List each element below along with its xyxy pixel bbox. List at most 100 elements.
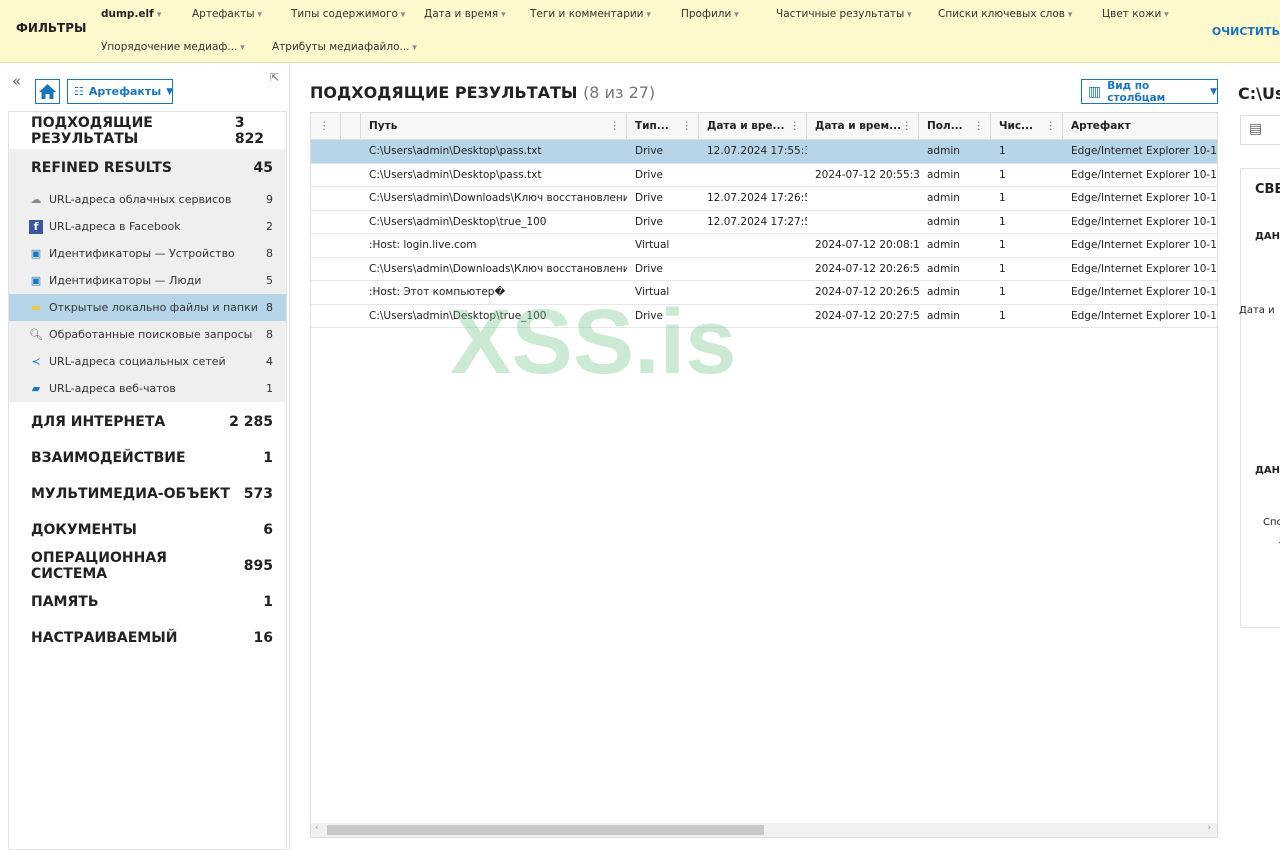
filter-dump[interactable]: dump.elf <box>101 8 161 20</box>
results-title-text: ПОДХОДЯЩИЕ РЕЗУЛЬТАТЫ <box>310 83 578 102</box>
matching-results-header[interactable]: ПОДХОДЯЩИЕ РЕЗУЛЬТАТЫ 3 822 <box>9 112 286 149</box>
category-internet[interactable]: ДЛЯ ИНТЕРНЕТА 2 285 <box>9 404 286 440</box>
category-label: ДЛЯ ИНТЕРНЕТА <box>31 414 166 430</box>
category-memory[interactable]: ПАМЯТЬ 1 <box>9 584 286 620</box>
clear-filters-button[interactable]: ОЧИСТИТЬ <box>1212 25 1280 38</box>
column-header-path[interactable]: Путь ⋮ <box>361 113 627 139</box>
table-row[interactable]: :Host: Этот компьютер� Virtual 2024-07-12 … <box>311 281 1217 305</box>
table-row[interactable]: C:\Users\admin\Downloads\Ключ восстановл… <box>311 258 1217 281</box>
results-panel: ПОДХОДЯЩИЕ РЕЗУЛЬТАТЫ (8 из 27) ▥ Вид по … <box>310 63 1218 850</box>
filter-partial-results[interactable]: Частичные результаты <box>776 8 912 20</box>
column-menu-icon[interactable]: ⋮ <box>974 120 985 132</box>
category-interaction[interactable]: ВЗАИМОДЕЙСТВИЕ 1 <box>9 440 286 476</box>
cell-user: admin <box>927 168 960 181</box>
artifacts-selector[interactable]: ☷ Артефакты ▼ <box>67 79 173 104</box>
category-count: 895 <box>243 558 273 574</box>
column-menu-icon[interactable]: ⋮ <box>610 120 621 132</box>
filter-artifacts[interactable]: Артефакты <box>192 8 262 20</box>
refined-item-search-queries[interactable]: 🔍︎ Обработанные поисковые запросы 8 <box>9 321 286 348</box>
table-row[interactable]: C:\Users\admin\Desktop\true_100 Drive 12.0… <box>311 211 1217 234</box>
column-menu-icon[interactable]: ⋮ <box>902 120 913 132</box>
chevron-down-icon: ▼ <box>166 86 174 97</box>
filter-content-types[interactable]: Типы содержимого <box>291 8 405 20</box>
filter-skin-tone[interactable]: Цвет кожи <box>1102 8 1169 20</box>
cloud-icon: ☁ <box>30 193 42 206</box>
cell-artifact: Edge/Internet Explorer 10-11 D <box>1071 262 1217 275</box>
filters-title: ФИЛЬТРЫ <box>16 21 87 35</box>
refined-item-people-ids[interactable]: ▣ Идентификаторы — Люди 5 <box>9 267 286 294</box>
cell-user: admin <box>927 215 960 228</box>
cell-path: C:\Users\admin\Desktop\pass.txt <box>369 168 542 181</box>
column-header-artifact[interactable]: Артефакт <box>1063 113 1217 139</box>
column-menu-icon[interactable]: ⋮ <box>311 113 341 139</box>
cell-artifact: Edge/Internet Explorer 10-11 D <box>1071 239 1217 252</box>
refined-item-facebook[interactable]: f URL-адреса в Facebook 2 <box>9 213 286 240</box>
table-row[interactable]: C:\Users\admin\Desktop\pass.txt Drive 2024… <box>311 164 1217 187</box>
column-header-user[interactable]: Пол... ⋮ <box>919 113 991 139</box>
chat-icon: ▰ <box>31 382 41 395</box>
refined-item-webchats[interactable]: ▰ URL-адреса веб-чатов 1 <box>9 375 286 402</box>
cell-count: 1 <box>999 262 1006 275</box>
filter-media-order[interactable]: Упорядочение медиаф... <box>101 41 245 53</box>
column-header-count[interactable]: Чис... ⋮ <box>991 113 1063 139</box>
table-row[interactable]: C:\Users\admin\Desktop\true_100 Drive 2024… <box>311 305 1217 328</box>
filter-media-attributes[interactable]: Атрибуты медиафайло... <box>272 41 417 53</box>
results-tree: ПОДХОДЯЩИЕ РЕЗУЛЬТАТЫ 3 822 REFINED RESUL… <box>8 111 287 850</box>
category-label: ВЗАИМОДЕЙСТВИЕ <box>31 450 186 466</box>
cell-artifact: Edge/Internet Explorer 10-11 M <box>1071 145 1217 158</box>
filter-date-time[interactable]: Дата и время <box>424 8 506 20</box>
refined-item-social[interactable]: ≺ URL-адреса социальных сетей 4 <box>9 348 286 375</box>
category-label: ДОКУМЕНТЫ <box>31 522 137 538</box>
item-label: Идентификаторы — Устройство <box>49 247 235 260</box>
cell-type: Drive <box>635 215 663 228</box>
cell-path: C:\Users\admin\Desktop\true_100 <box>369 309 547 322</box>
pin-icon[interactable]: ⇱ <box>270 71 279 84</box>
cell-path: C:\Users\admin\Desktop\pass.txt <box>369 145 542 158</box>
table-row[interactable]: C:\Users\admin\Desktop\pass.txt Drive 12.0… <box>311 140 1217 164</box>
column-header-label: Дата и врем... <box>815 120 902 132</box>
category-os[interactable]: ОПЕРАЦИОННАЯ СИСТЕМА 895 <box>9 548 286 584</box>
collapse-icon[interactable]: « <box>12 72 21 90</box>
filter-tags[interactable]: Теги и комментарии <box>530 8 651 20</box>
category-label: ПАМЯТЬ <box>31 594 99 610</box>
cell-artifact: Edge/Internet Explorer 10-11 M <box>1071 192 1217 205</box>
table-row[interactable]: C:\Users\admin\Downloads\Ключ восстановл… <box>311 187 1217 211</box>
home-button[interactable] <box>35 79 60 104</box>
refined-item-cloud[interactable]: ☁ URL-адреса облачных сервисов 9 <box>9 186 286 213</box>
results-count: (8 из 27) <box>583 83 656 102</box>
column-menu-icon[interactable]: ⋮ <box>682 120 693 132</box>
cell-type: Drive <box>635 309 663 322</box>
category-count: 16 <box>253 630 273 646</box>
cell-path: :Host: Этот компьютер� <box>369 286 506 299</box>
item-count: 8 <box>266 247 273 260</box>
category-multimedia[interactable]: МУЛЬТИМЕДИА-ОБЪЕКТ 573 <box>9 476 286 512</box>
refined-item-device-ids[interactable]: ▣ Идентификаторы — Устройство 8 <box>9 240 286 267</box>
column-view-button[interactable]: ▥ Вид по столбцам ▼ <box>1081 79 1218 104</box>
cell-date2: 2024-07-12 20:26:58 <box>815 286 919 299</box>
scrollbar-thumb[interactable] <box>327 825 764 835</box>
column-menu-icon[interactable]: ⋮ <box>790 120 801 132</box>
category-documents[interactable]: ДОКУМЕНТЫ 6 <box>9 512 286 548</box>
filter-profiles[interactable]: Профили <box>681 8 739 20</box>
filter-keyword-lists[interactable]: Списки ключевых слов <box>938 8 1072 20</box>
results-table: ⋮ Путь ⋮ Тип... ⋮ Дата и вре... ⋮ Дата и вр… <box>310 112 1218 838</box>
matching-label: ПОДХОДЯЩИЕ РЕЗУЛЬТАТЫ <box>31 114 153 147</box>
table-row[interactable]: :Host: login.live.com Virtual 2024-07-12 2… <box>311 234 1217 258</box>
cell-user: admin <box>927 309 960 322</box>
item-label: URL-адреса веб-чатов <box>49 382 176 395</box>
column-header-label: Дата и вре... <box>707 120 785 132</box>
refined-results-header[interactable]: REFINED RESULTS 45 <box>9 149 286 186</box>
cell-path: C:\Users\admin\Downloads\Ключ восстановл… <box>369 192 627 205</box>
category-custom[interactable]: НАСТРАИВАЕМЫЙ 16 <box>9 620 286 656</box>
column-header-type[interactable]: Тип... ⋮ <box>627 113 699 139</box>
column-header-date1[interactable]: Дата и вре... ⋮ <box>699 113 807 139</box>
column-menu-icon[interactable]: ⋮ <box>1046 120 1057 132</box>
cell-type: Drive <box>635 192 663 205</box>
details-view-button[interactable]: ▤ <box>1240 115 1280 145</box>
column-menu-icon[interactable]: ⋮ <box>319 120 330 132</box>
column-header-date2[interactable]: Дата и врем... ⋮ <box>807 113 919 139</box>
horizontal-scrollbar[interactable]: ‹ › <box>311 823 1217 837</box>
column-header-label: Тип... <box>635 120 669 132</box>
refined-item-opened-files[interactable]: ▬ Открытые локально файлы и папки 8 <box>9 294 286 321</box>
column-header-icon[interactable] <box>341 113 361 139</box>
